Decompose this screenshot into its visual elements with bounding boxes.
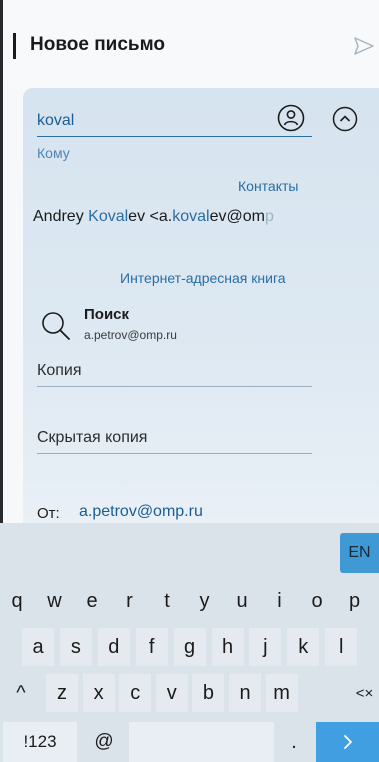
key-m[interactable]: m (265, 674, 298, 712)
language-key[interactable]: EN (340, 533, 379, 573)
search-item-account: a.petrov@omp.ru (84, 328, 177, 342)
page-title: Новое письмо (30, 34, 166, 55)
key-a[interactable]: a (22, 628, 54, 666)
key-g[interactable]: g (173, 628, 206, 666)
contact-email-rest: ev@om (209, 208, 265, 225)
header: Новое письмо (3, 0, 379, 86)
key-b[interactable]: b (192, 674, 225, 712)
key-j[interactable]: j (249, 628, 282, 666)
enter-key[interactable] (316, 722, 379, 762)
key-n[interactable]: n (229, 674, 261, 712)
key-p[interactable]: p (342, 582, 368, 620)
contacts-section-header: Контакты (238, 178, 299, 194)
key-v[interactable]: v (155, 674, 188, 712)
key-o[interactable]: o (304, 582, 330, 620)
key-l[interactable]: l (325, 628, 358, 666)
key-q[interactable]: q (4, 582, 30, 620)
contact-first-name: Andrey (33, 208, 89, 225)
cc-field[interactable]: Копия (37, 362, 81, 380)
symbols-key[interactable]: !123 (3, 722, 77, 762)
key-t[interactable]: t (154, 582, 180, 620)
key-r[interactable]: r (117, 582, 143, 620)
space-key[interactable] (129, 722, 274, 762)
contact-last-name-match: Koval (88, 208, 129, 225)
header-accent-bar (13, 33, 16, 59)
key-z[interactable]: z (46, 674, 78, 712)
shift-key[interactable]: ^ (6, 674, 36, 712)
contact-email-fade: p (264, 208, 274, 225)
web-addressbook-header: Интернет-адресная книга (120, 270, 286, 286)
key-s[interactable]: s (59, 628, 92, 666)
contact-last-name-rest: ev <a. (128, 208, 173, 225)
cc-underline (37, 386, 312, 387)
contacts-person-icon[interactable] (277, 104, 305, 132)
collapse-chevron-up-icon[interactable] (332, 106, 358, 132)
contact-email-match: koval (172, 208, 210, 225)
key-e[interactable]: e (79, 582, 105, 620)
chevron-right-icon (343, 735, 352, 749)
key-c[interactable]: c (119, 674, 152, 712)
to-underline (37, 136, 312, 137)
key-i[interactable]: i (267, 582, 293, 620)
backspace-key[interactable]: <× (350, 674, 379, 712)
search-item-title[interactable]: Поиск (84, 306, 129, 323)
key-d[interactable]: d (97, 628, 130, 666)
recipients-panel (23, 88, 379, 523)
contact-suggestion[interactable]: Andrey Kovalev <a.kovalev@omp (33, 208, 323, 226)
key-k[interactable]: k (287, 628, 320, 666)
to-input[interactable]: koval (37, 112, 74, 130)
key-x[interactable]: x (82, 674, 115, 712)
search-icon[interactable] (40, 310, 72, 342)
key-w[interactable]: w (42, 582, 68, 620)
bcc-field[interactable]: Скрытая копия (37, 429, 147, 447)
from-label: От: (37, 505, 60, 522)
key-h[interactable]: h (211, 628, 244, 666)
key-y[interactable]: y (192, 582, 218, 620)
key-u[interactable]: u (229, 582, 255, 620)
from-account[interactable]: a.petrov@omp.ru (79, 503, 203, 521)
bcc-underline (37, 453, 312, 454)
at-key[interactable]: @ (86, 724, 122, 760)
to-label: Кому (37, 145, 70, 161)
key-f[interactable]: f (135, 628, 168, 666)
send-icon[interactable] (352, 34, 376, 58)
dot-key[interactable]: . (280, 724, 308, 760)
